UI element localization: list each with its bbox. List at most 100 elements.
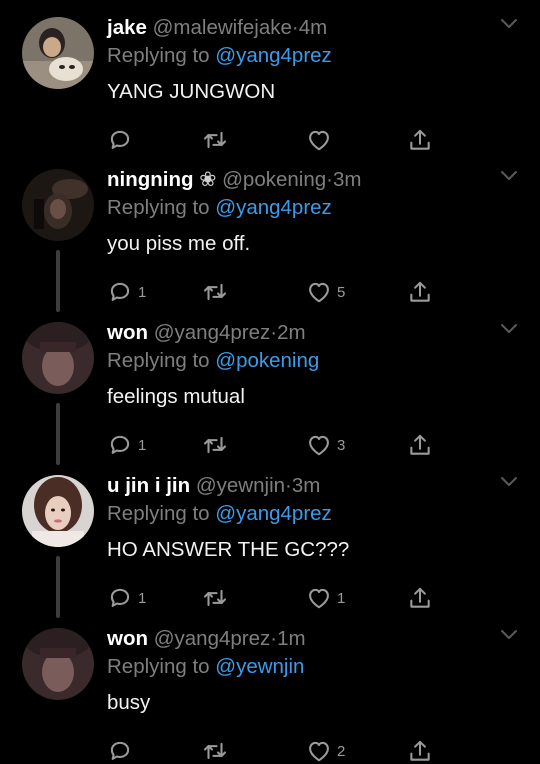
reply-button[interactable] bbox=[107, 127, 138, 153]
separator-dot: · bbox=[285, 474, 292, 497]
like-button[interactable]: 5 bbox=[306, 279, 345, 305]
avatar[interactable] bbox=[22, 322, 94, 394]
share-icon bbox=[407, 279, 433, 305]
replying-to: Replying to @yang4prez bbox=[107, 44, 332, 68]
retweet-button[interactable] bbox=[202, 127, 228, 153]
like-count: 1 bbox=[337, 589, 346, 607]
heart-icon bbox=[306, 585, 332, 611]
replying-label: Replying to bbox=[107, 502, 210, 525]
reply-icon bbox=[107, 585, 133, 611]
display-name[interactable]: u jin i jin bbox=[107, 474, 190, 497]
reply-icon bbox=[107, 279, 133, 305]
like-button[interactable]: 1 bbox=[306, 585, 345, 611]
reply-count: 1 bbox=[138, 283, 147, 301]
share-button[interactable] bbox=[407, 585, 433, 611]
retweet-icon bbox=[202, 585, 228, 611]
heart-icon bbox=[306, 127, 332, 153]
share-button[interactable] bbox=[407, 279, 433, 305]
timestamp[interactable]: 2m bbox=[277, 321, 305, 344]
reply-button[interactable]: 1 bbox=[107, 585, 146, 611]
avatar[interactable] bbox=[22, 628, 94, 700]
display-name[interactable]: won bbox=[107, 321, 148, 344]
replying-label: Replying to bbox=[107, 655, 210, 678]
retweet-button[interactable] bbox=[202, 585, 228, 611]
reply-button[interactable]: 1 bbox=[107, 279, 146, 305]
user-handle[interactable]: @pokening bbox=[222, 168, 326, 191]
mention-link[interactable]: @yang4prez bbox=[215, 502, 332, 525]
tweet-header: won @yang4prez·2m bbox=[107, 321, 306, 345]
timestamp[interactable]: 3m bbox=[333, 168, 361, 191]
replying-label: Replying to bbox=[107, 196, 210, 219]
retweet-icon bbox=[202, 279, 228, 305]
mention-link[interactable]: @yewnjin bbox=[215, 655, 304, 678]
replying-to: Replying to @pokening bbox=[107, 349, 319, 373]
chevron-down-icon[interactable] bbox=[499, 17, 519, 31]
share-icon bbox=[407, 127, 433, 153]
mention-link[interactable]: @yang4prez bbox=[215, 196, 332, 219]
reply-icon bbox=[107, 432, 133, 458]
like-button[interactable] bbox=[306, 127, 337, 153]
tweet-text: feelings mutual bbox=[107, 385, 245, 408]
share-icon bbox=[407, 432, 433, 458]
retweet-button[interactable] bbox=[202, 279, 228, 305]
reply-button[interactable] bbox=[107, 738, 138, 764]
tweet-actions: 2 bbox=[0, 738, 540, 764]
timestamp[interactable]: 1m bbox=[277, 627, 305, 650]
chevron-down-icon[interactable] bbox=[499, 628, 519, 642]
tweet-thread: jake @malewifejake·4m Replying to @yang4… bbox=[0, 0, 540, 758]
mention-link[interactable]: @yang4prez bbox=[215, 44, 332, 67]
tweet-header: u jin i jin @yewnjin·3m bbox=[107, 474, 320, 498]
retweet-icon bbox=[202, 127, 228, 153]
retweet-icon bbox=[202, 738, 228, 764]
heart-icon bbox=[306, 279, 332, 305]
tweet-text: HO ANSWER THE GC??? bbox=[107, 538, 350, 561]
timestamp[interactable]: 4m bbox=[299, 16, 327, 39]
replying-to: Replying to @yewnjin bbox=[107, 655, 304, 679]
user-handle[interactable]: @malewifejake bbox=[153, 16, 292, 39]
chevron-down-icon[interactable] bbox=[499, 322, 519, 336]
like-button[interactable]: 2 bbox=[306, 738, 345, 764]
chevron-down-icon[interactable] bbox=[499, 169, 519, 183]
reply-count: 1 bbox=[138, 589, 147, 607]
share-button[interactable] bbox=[407, 738, 433, 764]
tweet-actions: 1 5 bbox=[0, 279, 540, 305]
replying-to: Replying to @yang4prez bbox=[107, 502, 332, 526]
tweet-header: won @yang4prez·1m bbox=[107, 627, 306, 651]
display-name[interactable]: jake bbox=[107, 16, 147, 39]
avatar[interactable] bbox=[22, 475, 94, 547]
avatar[interactable] bbox=[22, 17, 94, 89]
user-handle[interactable]: @yang4prez bbox=[154, 627, 271, 650]
user-handle[interactable]: @yang4prez bbox=[154, 321, 271, 344]
share-icon bbox=[407, 585, 433, 611]
heart-icon bbox=[306, 738, 332, 764]
replying-label: Replying to bbox=[107, 44, 210, 67]
mention-link[interactable]: @pokening bbox=[215, 349, 319, 372]
share-button[interactable] bbox=[407, 432, 433, 458]
tweet-header: jake @malewifejake·4m bbox=[107, 16, 327, 40]
replying-to: Replying to @yang4prez bbox=[107, 196, 332, 220]
reply-button[interactable]: 1 bbox=[107, 432, 146, 458]
separator-dot: · bbox=[291, 16, 299, 39]
tweet-text: busy bbox=[107, 691, 151, 714]
display-name[interactable]: won bbox=[107, 627, 148, 650]
chevron-down-icon[interactable] bbox=[499, 475, 519, 489]
heart-icon bbox=[306, 432, 332, 458]
avatar[interactable] bbox=[22, 169, 94, 241]
name-emoji: ❀ bbox=[199, 168, 217, 191]
retweet-icon bbox=[202, 432, 228, 458]
share-button[interactable] bbox=[407, 127, 433, 153]
like-count: 5 bbox=[337, 283, 346, 301]
retweet-button[interactable] bbox=[202, 432, 228, 458]
display-name[interactable]: ningning bbox=[107, 168, 194, 191]
tweet-header: ningning ❀ @pokening·3m bbox=[107, 168, 361, 192]
retweet-button[interactable] bbox=[202, 738, 228, 764]
like-count: 2 bbox=[337, 742, 346, 760]
tweet-actions: 1 3 bbox=[0, 432, 540, 458]
timestamp[interactable]: 3m bbox=[292, 474, 320, 497]
reply-count: 1 bbox=[138, 436, 147, 454]
share-icon bbox=[407, 738, 433, 764]
tweet-actions: 1 1 bbox=[0, 585, 540, 611]
replying-label: Replying to bbox=[107, 349, 210, 372]
like-button[interactable]: 3 bbox=[306, 432, 345, 458]
user-handle[interactable]: @yewnjin bbox=[196, 474, 285, 497]
